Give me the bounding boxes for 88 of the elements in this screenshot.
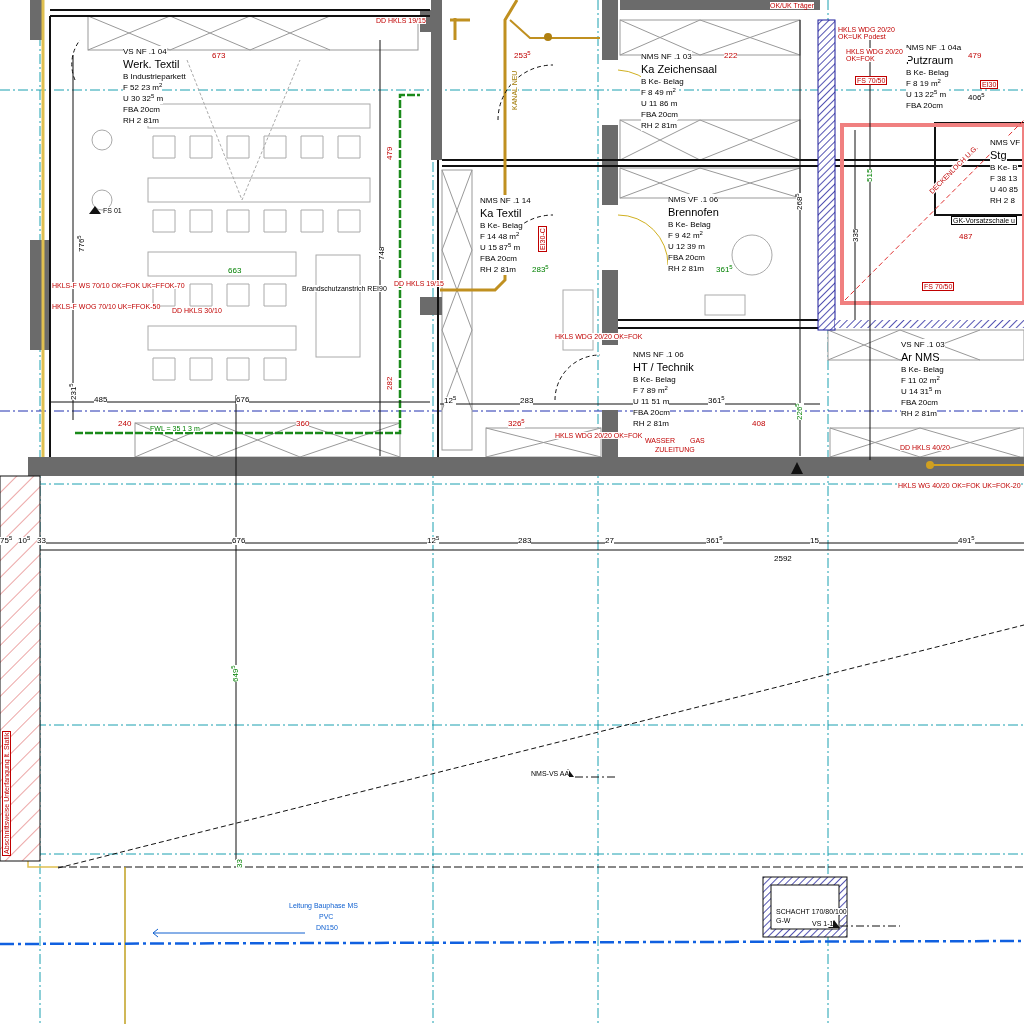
room-attribute: F 8 19 m$^{2}$ [906, 78, 941, 89]
room-attribute: U 14 31$^{5}$ m [901, 386, 942, 397]
room-attribute: RH 2 81m [123, 115, 159, 126]
dimension-label: 283 [518, 537, 532, 545]
room-attribute: B Ke- Belag [901, 364, 944, 375]
room-attribute: RH 2 81m [633, 418, 669, 429]
room-code: NMS NF .1 04a [906, 42, 962, 53]
dimension-label: 485 [94, 396, 108, 404]
dimension-label: 2592 [774, 555, 792, 563]
dimension-label: 222 [724, 52, 738, 60]
dimension-label: 326$^{5}$ [508, 420, 525, 428]
dimension-label: 361$^{5}$ [716, 266, 733, 274]
dimension-label: 361$^{5}$ [708, 397, 725, 405]
room-attribute: U 12 39 m [668, 241, 705, 252]
dimension-label: 673 [212, 52, 226, 60]
room-attribute: F 8 49 m$^{2}$ [641, 87, 676, 98]
room-attribute: RH 2 81m [641, 120, 677, 131]
room-name: Werk. Textil [123, 57, 180, 71]
dimension-label: 479 [386, 146, 394, 160]
dimension-label: 479 [968, 52, 982, 60]
room-attribute: B Ke- Belag [906, 67, 949, 78]
dimension-label: 33 [236, 859, 244, 868]
room-code: NMS VF .1 06 [668, 194, 719, 205]
dimension-label: 283$^{5}$ [532, 266, 549, 274]
room-name: Ka Zeichensaal [641, 62, 717, 76]
dimension-label: 15 [810, 537, 819, 545]
room-attribute: U 13 22$^{5}$ m [906, 89, 947, 100]
room-attribute: B Ke- Belag [641, 76, 684, 87]
room-attribute: F 11 02 m$^{2}$ [901, 375, 940, 386]
room-code: NMS VF [990, 137, 1021, 148]
room-attribute: U 30 32$^{5}$ m [123, 93, 164, 104]
room-attribute: B Ke- Belag [633, 374, 676, 385]
room-code: NMS NF .1 14 [480, 195, 531, 206]
dimension-label: 360 [296, 420, 310, 428]
room-attribute: B Ke- B [990, 162, 1018, 173]
dimension-label: 10$^{5}$ [18, 537, 31, 545]
room-attribute: F 14 48 m$^{2}$ [480, 231, 520, 242]
dimension-label: 27 [605, 537, 614, 545]
dimension-label: 748 [378, 246, 386, 260]
dimension-label: 487 [959, 233, 973, 241]
room-attribute: U 11 86 m [641, 98, 678, 109]
room-code: NMS NF .1 06 [633, 349, 684, 360]
dimension-label: 408 [752, 420, 766, 428]
room-attribute: U 11 51 m [633, 396, 670, 407]
room-code: NMS NF .1 03 [641, 51, 692, 62]
room-attribute: RH 2 81m [901, 408, 937, 419]
room-name: Stg [990, 148, 1007, 162]
dimension-label: 335 [852, 228, 860, 242]
dimension-label: 515 [866, 168, 874, 182]
room-attribute: B Ke- Belag [668, 219, 711, 230]
room-attribute: FBA 20cm [901, 397, 938, 408]
room-attribute: U 15 87$^{5}$ m [480, 242, 521, 253]
room-name: HT / Technik [633, 360, 694, 374]
room-attribute: B Industrieparkett [123, 71, 186, 82]
room-code: VS NF .1 03 [901, 339, 945, 350]
dimension-label: 33 [37, 537, 46, 545]
room-attribute: FBA 20cm [906, 100, 943, 111]
room-attribute: FBA 20cm [123, 104, 160, 115]
room-attribute: FBA 20cm [480, 253, 517, 264]
room-attribute: F 9 42 m$^{2}$ [668, 230, 703, 241]
dimension-label: 406$^{5}$ [968, 94, 985, 102]
room-attribute: F 7 89 m$^{2}$ [633, 385, 668, 396]
room-attribute: FBA 20cm [633, 407, 670, 418]
room-attribute: F 52 23 m$^{2}$ [123, 82, 163, 93]
room-attribute: RH 2 8 [990, 195, 1015, 206]
room-attribute: B Ke- Belag [480, 220, 523, 231]
room-attribute: FBA 20cm [641, 109, 678, 120]
dimension-label: 676 [232, 537, 246, 545]
dimension-label: 240 [118, 420, 132, 428]
dimension-label: 663 [228, 267, 242, 275]
room-name: Brennofen [668, 205, 719, 219]
dimension-label: 676 [236, 396, 250, 404]
room-attribute: RH 2 81m [668, 263, 704, 274]
dimension-label: 75$^{5}$ [0, 537, 13, 545]
room-code: VS NF .1 04 [123, 46, 167, 57]
dimension-label: 361$^{5}$ [706, 537, 723, 545]
dimension-label: 12$^{5}$ [427, 537, 440, 545]
room-attribute: RH 2 81m [480, 264, 516, 275]
room-attribute: U 40 85 [990, 184, 1019, 195]
room-attribute: F 38 13 [990, 173, 1018, 184]
room-name: Ka Textil [480, 206, 522, 220]
dimension-label: 253$^{5}$ [514, 52, 531, 60]
room-name: Ar NMS [901, 350, 940, 364]
dimension-label: 491$^{5}$ [958, 537, 975, 545]
room-attribute: FBA 20cm [668, 252, 705, 263]
dimension-label: 283 [520, 397, 534, 405]
dimension-label: 12$^{5}$ [444, 397, 457, 405]
dimension-label: 282 [386, 376, 394, 390]
